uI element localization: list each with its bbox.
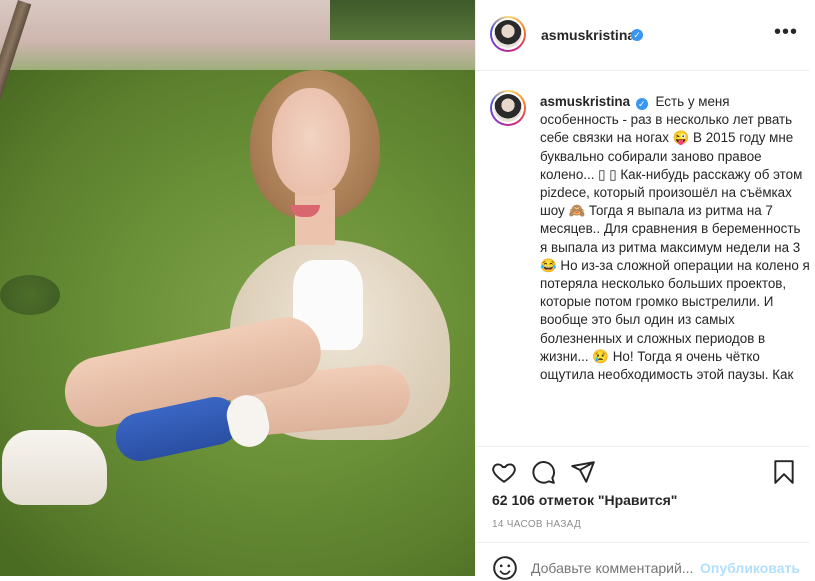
post-caption: asmuskristina ✓ Есть у меня особенность … (540, 93, 810, 445)
comment-input[interactable] (531, 560, 701, 576)
caption-text: Есть у меня особенность - раз в нескольк… (540, 94, 810, 383)
person-face (272, 88, 350, 196)
sneaker (2, 430, 107, 505)
verified-badge-icon: ✓ (631, 29, 643, 41)
caption-username[interactable]: asmuskristina (540, 94, 630, 109)
background-hedge (330, 0, 475, 40)
comment-icon[interactable] (530, 459, 556, 485)
post-photo[interactable] (0, 0, 475, 576)
comment-row: Опубликовать (476, 543, 810, 580)
likes-count[interactable]: 62 106 отметок "Нравится" (492, 492, 677, 508)
paper-plane-icon[interactable] (570, 459, 596, 485)
post-header: asmuskristina ✓ ••• (476, 0, 810, 71)
verified-badge-icon: ✓ (635, 98, 648, 110)
publish-button[interactable]: Опубликовать (700, 560, 800, 576)
header-username[interactable]: asmuskristina (541, 27, 635, 43)
divider (476, 446, 810, 447)
bookmark-icon[interactable] (771, 459, 797, 485)
avatar[interactable] (490, 16, 526, 52)
more-options-icon[interactable]: ••• (774, 22, 798, 46)
emoji-icon[interactable] (492, 555, 518, 581)
person-neck (295, 190, 335, 245)
heart-icon[interactable] (491, 459, 517, 485)
photo-person (0, 60, 475, 576)
post-time[interactable]: 14 ЧАСОВ НАЗАД (492, 519, 581, 530)
caption-avatar[interactable] (490, 90, 526, 126)
post-side-panel: asmuskristina ✓ ••• asmuskristina ✓ Есть… (475, 0, 815, 580)
